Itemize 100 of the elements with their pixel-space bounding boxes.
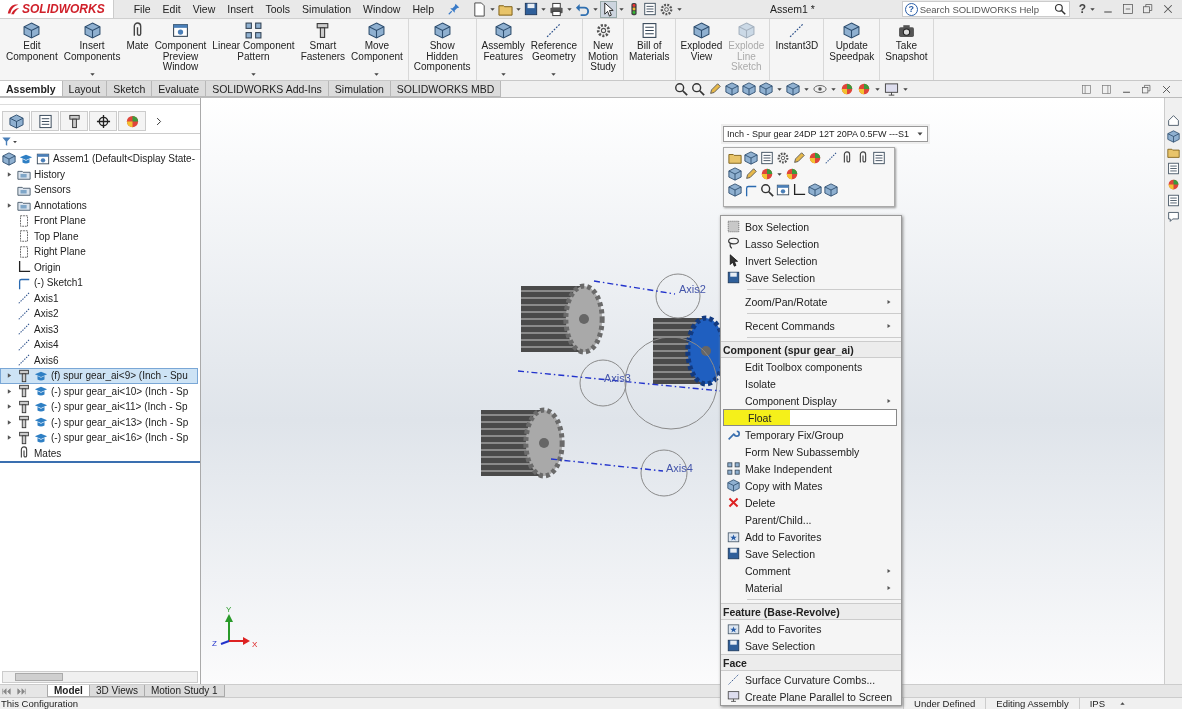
pencil-icon[interactable]	[792, 151, 806, 165]
search-icon[interactable]	[760, 183, 774, 197]
pin-icon[interactable]	[448, 3, 461, 15]
menu-item[interactable]: Isolate	[721, 375, 901, 392]
cube-icon[interactable]	[741, 82, 756, 96]
menu-item[interactable]: Add to Favorites	[721, 620, 901, 637]
speech-bubble-icon[interactable]	[1167, 210, 1180, 223]
ribbon-button[interactable]: Insert Components	[60, 22, 124, 78]
caret-icon[interactable]	[775, 85, 783, 93]
color-ball-icon[interactable]	[839, 82, 854, 96]
panel-tab[interactable]	[60, 111, 88, 131]
cube-icon[interactable]	[728, 183, 742, 197]
cube-icon[interactable]	[785, 82, 800, 96]
tree-item[interactable]: Right Plane	[0, 244, 198, 260]
color-ball-icon[interactable]	[808, 151, 822, 165]
first-previous-arrows-icon[interactable]	[2, 685, 13, 697]
ribbon-button[interactable]: Show Hidden Components	[410, 22, 474, 78]
panel-tab[interactable]	[89, 111, 117, 131]
tree-item[interactable]: (f) spur gear_ai<9> (Inch - Spu	[0, 368, 198, 384]
menu-item[interactable]: Save Selection	[721, 269, 901, 286]
caret-icon[interactable]	[566, 5, 574, 13]
undo-arrow-icon[interactable]	[575, 1, 591, 17]
menu-item[interactable]: Material	[721, 579, 901, 596]
save-icon[interactable]	[524, 2, 539, 16]
ribbon-button[interactable]: Take Snapshot	[882, 22, 931, 78]
caret-icon[interactable]	[592, 5, 600, 13]
panel-tab[interactable]	[31, 111, 59, 131]
menu-item[interactable]: Create Plane Parallel to Screen	[721, 688, 901, 705]
color-ball-icon[interactable]	[1167, 178, 1180, 191]
color-ball-icon[interactable]	[856, 82, 871, 96]
tree-item[interactable]: Axis1	[0, 290, 198, 306]
menu-item[interactable]: Add to Favorites	[721, 528, 901, 545]
panel-icon[interactable]	[1101, 83, 1112, 95]
menu-item[interactable]: Edit	[156, 3, 187, 15]
menu-item[interactable]: Temporary Fix/Group	[721, 426, 901, 443]
menu-item[interactable]: Form New Subassembly	[721, 443, 901, 460]
caret-icon[interactable]	[829, 85, 837, 93]
menu-item[interactable]: Tools	[259, 3, 297, 15]
ribbon-button[interactable]: Update Speedpak	[826, 22, 878, 78]
list-icon[interactable]	[872, 151, 886, 165]
list-icon[interactable]	[643, 2, 658, 16]
tree-item[interactable]: Front Plane	[0, 213, 198, 229]
panel-icon[interactable]	[1081, 83, 1092, 95]
bottom-tab[interactable]: Motion Study 1	[143, 685, 225, 697]
bottom-tab[interactable]: 3D Views	[88, 685, 145, 697]
menu-item[interactable]: Invert Selection	[721, 252, 901, 269]
monitor-icon[interactable]	[883, 81, 899, 97]
settings-icon[interactable]	[776, 151, 790, 165]
menu-item[interactable]: Zoom/Pan/Rotate	[721, 293, 901, 310]
tree-item[interactable]: Origin	[0, 259, 198, 275]
bottom-tab[interactable]: Model	[47, 685, 90, 697]
caret-icon[interactable]	[373, 71, 381, 78]
folder-icon[interactable]	[1167, 146, 1180, 159]
cube-icon[interactable]	[758, 82, 773, 96]
caret-icon[interactable]	[550, 71, 558, 78]
caret-icon[interactable]	[873, 85, 881, 93]
command-tab[interactable]: Layout	[62, 81, 108, 97]
eye-icon[interactable]	[812, 82, 827, 96]
menu-item[interactable]: Surface Curvature Combs...	[721, 671, 901, 688]
caret-icon[interactable]	[916, 130, 924, 138]
tree-item[interactable]: (-) spur gear_ai<16> (Inch - Sp	[0, 430, 198, 446]
sketch-icon[interactable]	[744, 183, 758, 197]
ribbon-button[interactable]: Move Component	[348, 22, 406, 78]
tree-item[interactable]: Sensors	[0, 182, 198, 198]
caret-icon[interactable]	[489, 5, 497, 13]
menu-item[interactable]: Window	[357, 3, 407, 15]
tree-item[interactable]: History	[0, 166, 198, 182]
menu-item[interactable]: File	[127, 3, 157, 15]
caret-icon[interactable]	[540, 5, 548, 13]
menu-item[interactable]: Recent Commands	[721, 317, 901, 334]
tree-item[interactable]: Mates	[0, 445, 198, 461]
ribbon-button[interactable]: New Motion Study	[585, 22, 621, 78]
caret-icon[interactable]	[88, 71, 96, 78]
tree-item[interactable]: (-) spur gear_ai<10> (Inch - Sp	[0, 383, 198, 399]
color-ball-icon[interactable]	[760, 167, 774, 181]
pointer-icon[interactable]	[601, 1, 617, 17]
cube-icon[interactable]	[1167, 130, 1180, 143]
list-icon[interactable]	[1167, 194, 1180, 207]
ribbon-button[interactable]: Smart Fasteners	[297, 22, 349, 78]
menu-item[interactable]: Lasso Selection	[721, 235, 901, 252]
search-icon[interactable]	[1053, 3, 1066, 15]
tree-item[interactable]: Axis6	[0, 352, 198, 368]
ribbon-button[interactable]: Instant3D	[772, 22, 822, 78]
menu-item[interactable]: Help	[406, 3, 441, 15]
help-button[interactable]: ?	[1075, 2, 1089, 16]
horizontal-scrollbar[interactable]	[2, 671, 198, 683]
menu-item[interactable]: Insert	[221, 3, 260, 15]
menu-item[interactable]: Simulation	[296, 3, 358, 15]
caret-icon[interactable]	[776, 170, 783, 178]
caret-icon[interactable]	[802, 85, 810, 93]
caret-icon[interactable]	[1119, 700, 1126, 707]
caret-icon[interactable]	[250, 71, 257, 78]
menu-item[interactable]: Float	[723, 409, 897, 426]
command-tab[interactable]: Simulation	[328, 81, 391, 97]
menu-item[interactable]: Box Selection	[721, 218, 901, 235]
command-tab[interactable]: SOLIDWORKS Add-Ins	[206, 81, 329, 97]
menu-item[interactable]: Save Selection	[721, 545, 901, 562]
close-icon[interactable]	[1162, 3, 1174, 15]
search-icon[interactable]	[690, 82, 705, 96]
restore-icon[interactable]	[1142, 3, 1154, 15]
